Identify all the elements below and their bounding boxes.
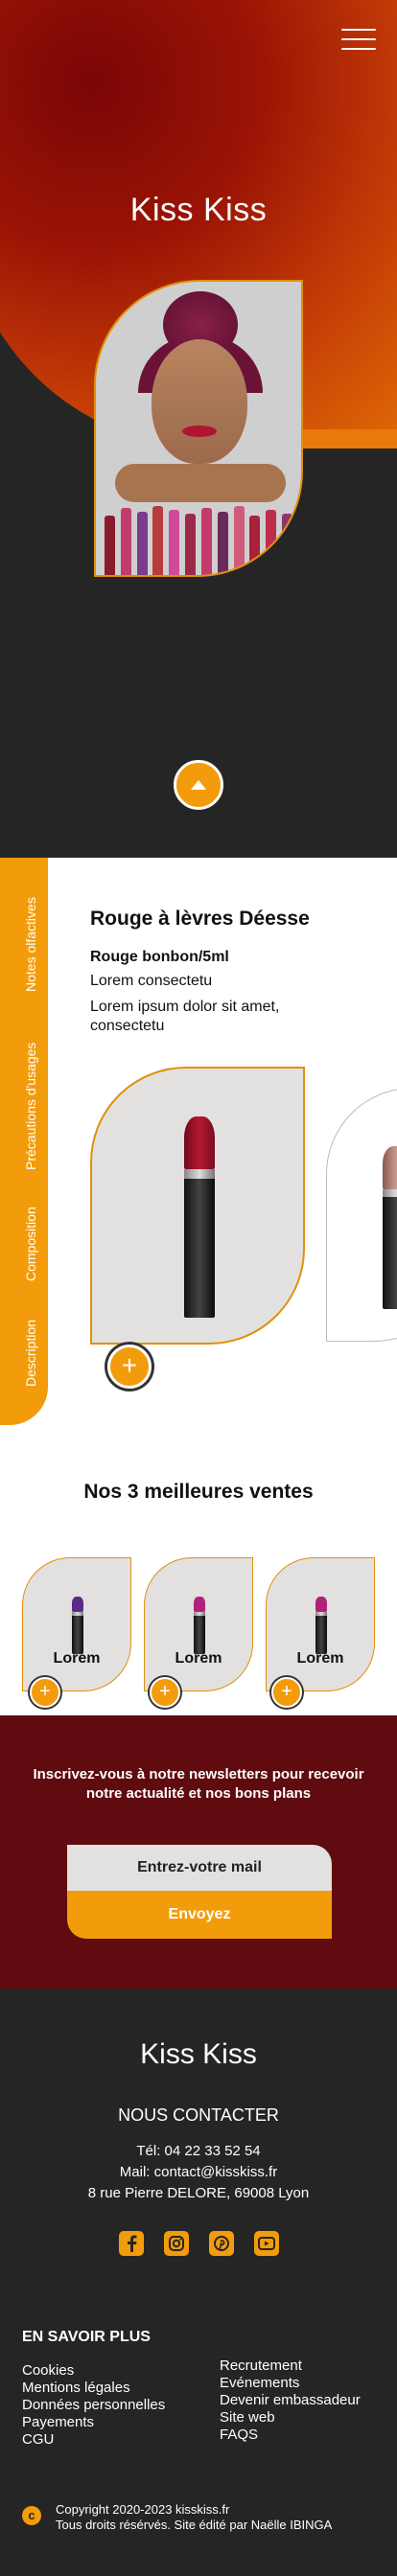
copyright-icon: c xyxy=(22,2506,41,2525)
contact-title: NOUS CONTACTER xyxy=(118,2105,279,2125)
newsletter-text: Inscrivez-vous à notre newsletters pour … xyxy=(33,1766,364,1802)
subscribe-button[interactable]: Envoyez xyxy=(67,1891,332,1939)
more-info-title: EN SAVOIR PLUS xyxy=(22,2329,151,2345)
add-button[interactable]: + xyxy=(271,1677,302,1708)
lipstick-image xyxy=(194,1597,205,1654)
footer-brand: Kiss Kiss xyxy=(140,2038,257,2070)
product-side-tabs: Notes olfactives Précautions d'usages Co… xyxy=(0,858,48,1425)
newsletter-form: Envoyez xyxy=(67,1845,332,1939)
email-field[interactable] xyxy=(67,1845,332,1891)
hamburger-menu-icon[interactable] xyxy=(341,29,376,50)
product-section: Notes olfactives Précautions d'usages Co… xyxy=(0,858,397,1481)
product-card[interactable] xyxy=(90,1067,305,1345)
footer-link-payements[interactable]: Payements xyxy=(22,2414,165,2431)
footer-link-cookies[interactable]: Cookies xyxy=(22,2362,165,2380)
best-sellers-title: Nos 3 meilleures ventes xyxy=(83,1481,314,1503)
facebook-icon[interactable] xyxy=(119,2231,144,2256)
lipstick-image xyxy=(383,1146,397,1309)
footer: Kiss Kiss NOUS CONTACTER Tél: 04 22 33 5… xyxy=(0,1989,397,2576)
hero-title: Kiss Kiss xyxy=(129,192,268,228)
product-subtitle: Rouge bonbon/5ml xyxy=(90,949,229,965)
social-links xyxy=(119,2231,279,2256)
add-to-cart-button[interactable]: + xyxy=(107,1345,152,1389)
lipstick-image xyxy=(315,1597,327,1654)
best-seller-card[interactable]: Lorem xyxy=(22,1557,131,1691)
best-seller-label: Lorem xyxy=(53,1650,101,1667)
copyright-text: Copyright 2020-2023 kisskiss.fr Tous dro… xyxy=(56,2502,332,2533)
contact-address: 8 rue Pierre DELORE, 69008 Lyon xyxy=(87,2185,310,2201)
add-button[interactable]: + xyxy=(150,1677,180,1708)
product-card-next[interactable] xyxy=(326,1088,397,1342)
footer-link-mentions[interactable]: Mentions légales xyxy=(22,2380,165,2397)
pinterest-icon[interactable] xyxy=(209,2231,234,2256)
lipstick-image xyxy=(184,1116,215,1318)
lipstick-image xyxy=(72,1597,83,1654)
hero-portrait-image xyxy=(94,280,303,577)
newsletter-section: Inscrivez-vous à notre newsletters pour … xyxy=(0,1715,397,1989)
arrow-up-icon xyxy=(191,780,206,790)
footer-link-site-web[interactable]: Site web xyxy=(220,2409,361,2426)
product-description: Lorem ipsum dolor sit amet, consectetu xyxy=(90,999,280,1034)
contact-phone: Tél: 04 22 33 52 54 xyxy=(136,2143,261,2159)
product-line-1: Lorem consectetu xyxy=(90,973,213,989)
footer-link-cgu[interactable]: CGU xyxy=(22,2431,165,2449)
footer-link-faqs[interactable]: FAQS xyxy=(220,2426,361,2444)
scroll-up-button[interactable] xyxy=(174,760,223,810)
best-seller-card[interactable]: Lorem xyxy=(144,1557,253,1691)
footer-link-recrutement[interactable]: Recrutement xyxy=(220,2358,361,2375)
footer-link-evenements[interactable]: Evénements xyxy=(220,2375,361,2392)
footer-link-ambassadeur[interactable]: Devenir embassadeur xyxy=(220,2392,361,2409)
add-button[interactable]: + xyxy=(30,1677,60,1708)
footer-links-right: Recrutement Evénements Devenir embassade… xyxy=(220,2358,361,2444)
best-seller-label: Lorem xyxy=(296,1650,344,1667)
product-title: Rouge à lèvres Déesse xyxy=(90,908,310,930)
instagram-icon[interactable] xyxy=(164,2231,189,2256)
hero-section: Kiss Kiss xyxy=(0,0,397,858)
best-seller-card[interactable]: Lorem xyxy=(266,1557,375,1691)
contact-mail: Mail: contact@kisskiss.fr xyxy=(119,2164,278,2180)
best-seller-label: Lorem xyxy=(175,1650,222,1667)
best-sellers-section: Nos 3 meilleures ventes Lorem + Lorem + … xyxy=(0,1481,397,1715)
copyright-line-1: Copyright 2020-2023 kisskiss.fr xyxy=(56,2502,230,2517)
copyright-line-2: Tous droits résérvés. Site édité par Naë… xyxy=(56,2518,333,2532)
footer-links-left: Cookies Mentions légales Données personn… xyxy=(22,2362,165,2449)
youtube-icon[interactable] xyxy=(254,2231,279,2256)
footer-link-donnees[interactable]: Données personnelles xyxy=(22,2397,165,2414)
